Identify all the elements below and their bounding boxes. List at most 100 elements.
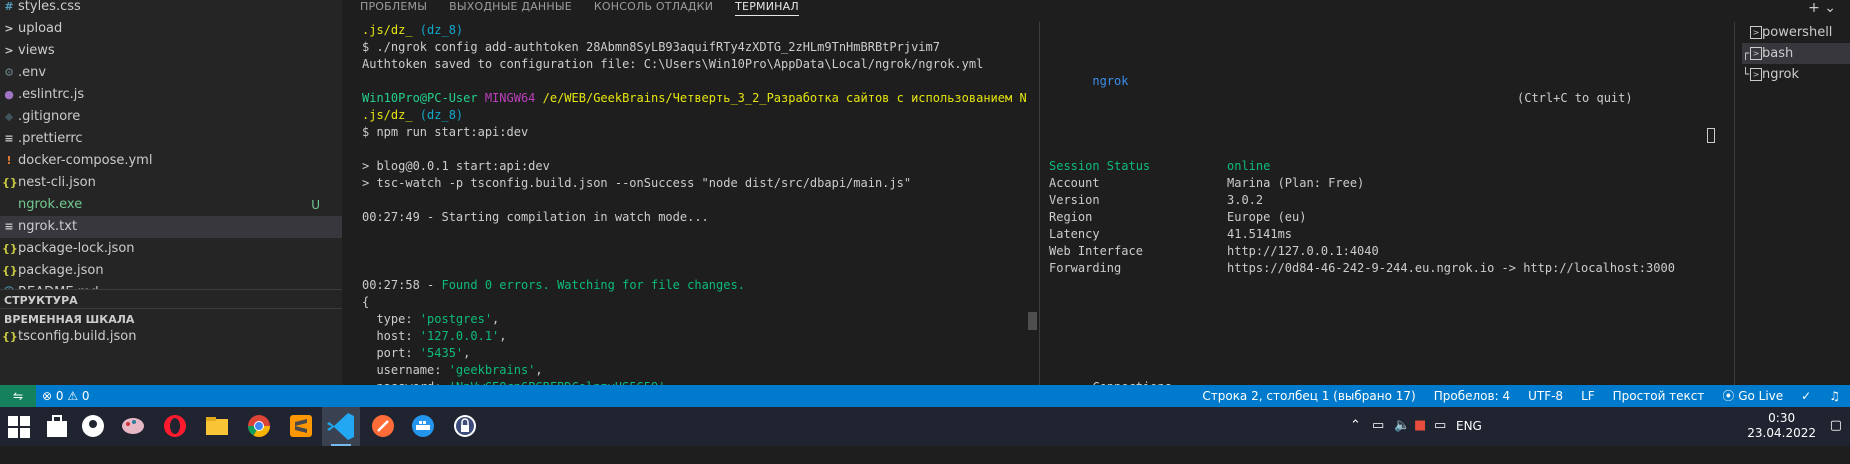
status-bar-item[interactable]: Пробелов: 4 (1434, 385, 1510, 407)
file-type-icon: ◆ (4, 110, 14, 123)
store-icon[interactable] (44, 413, 70, 439)
file-item[interactable]: ! docker-compose.yml (0, 150, 342, 172)
terminal-line: Authtoken saved to configuration file: C… (362, 56, 1027, 73)
file-item[interactable]: {}package.json (0, 260, 342, 282)
status-bar-item[interactable]: ♫ (1829, 385, 1840, 407)
status-bar-item[interactable]: ⦿ Go Live (1722, 385, 1783, 407)
remote-icon[interactable]: ⇋ (0, 385, 36, 407)
terminal-text: 'postgres' (419, 312, 493, 326)
panel: ПРОБЛЕМЫ ВЫХОДНЫЕ ДАННЫЕ КОНСОЛЬ ОТЛАДКИ… (342, 0, 1850, 445)
file-item[interactable]: ≡ ngrok.txt (0, 216, 342, 238)
file-item-label: .eslintrc.js (18, 87, 85, 102)
sublime-text-icon[interactable] (288, 413, 314, 439)
terminal-text: '127.0.0.1' (419, 329, 500, 343)
file-item-label: ngrok.txt (18, 219, 78, 234)
chrome-icon[interactable] (246, 413, 272, 439)
file-type-icon: {} (2, 242, 18, 255)
terminal-list: > powershell ┌ > bash └ > ngrok (1742, 22, 1850, 85)
file-item[interactable]: ngrok.exe U (0, 194, 342, 216)
file-item[interactable]: ⚙ .env (0, 62, 342, 84)
terminal-list-item-label: bash (1762, 46, 1794, 61)
file-item[interactable]: > upload (0, 18, 342, 40)
ngrok-status-value: Marina (Plan: Free) (1227, 176, 1365, 190)
language-indicator[interactable]: ENG (1456, 419, 1482, 433)
terminal-text: 00:27:49 - Starting compilation in watch… (362, 210, 709, 224)
docker-icon[interactable] (410, 413, 436, 439)
postman-icon[interactable] (370, 413, 396, 439)
tab-terminal[interactable]: ТЕРМИНАЛ (735, 0, 799, 16)
terminal-text: 'geekbrains' (448, 363, 536, 377)
terminal-line: > tsc-watch -p tsconfig.build.json --onS… (362, 175, 1027, 192)
tab-debug-console[interactable]: КОНСОЛЬ ОТЛАДКИ (594, 0, 713, 16)
battery-icon[interactable]: ▭ (1434, 418, 1446, 433)
notifications-icon[interactable]: ▢ (1830, 418, 1842, 433)
status-bar-item[interactable]: Простой текст (1613, 385, 1705, 407)
terminal-text: '5435' (419, 346, 464, 360)
terminal-ngrok-output[interactable]: ngrok (Ctrl+C to quit) Session Status onl… (1049, 22, 1850, 445)
clock-time: 0:30 (1768, 411, 1796, 425)
file-item[interactable]: ● .eslintrc.js (0, 84, 342, 106)
terminal-line: > blog@0.0.1 start:api:dev (362, 158, 1027, 175)
ngrok-status-key: Web Interface (1049, 244, 1143, 258)
terminal-line: Win10Pro@PC-User MINGW64 /e/WEB/GeekBrai… (362, 90, 1027, 107)
ngrok-status-key: Latency (1049, 227, 1100, 241)
problems-indicator[interactable]: ⊗ 0 ⚠ 0 (42, 385, 90, 407)
file-item[interactable]: ◆ .gitignore (0, 106, 342, 128)
file-type-icon: ≡ (4, 220, 14, 233)
tree-connector: ┌ (1742, 46, 1750, 60)
ngrok-title: ngrok (1092, 74, 1129, 88)
terminal-text: , (463, 346, 471, 360)
tab-problems[interactable]: ПРОБЛЕМЫ (360, 0, 427, 16)
ngrok-status-value: Europe (eu) (1227, 210, 1307, 224)
vscode-icon[interactable] (322, 407, 360, 446)
terminal-split-divider[interactable] (1039, 22, 1040, 385)
terminal-line: $ ./ngrok config add-authtoken 28Abmn8Sy… (362, 39, 1027, 56)
file-item-label: package.json (18, 263, 104, 278)
terminal-text: host: (362, 329, 420, 343)
terminal-text: > tsc-watch -p tsconfig.build.json --onS… (362, 176, 912, 190)
terminal-list-item-ngrok[interactable]: └ > ngrok (1742, 64, 1850, 85)
status-bar-item[interactable]: Строка 2, столбец 1 (выбрано 17) (1202, 385, 1415, 407)
opera-icon[interactable] (162, 413, 188, 439)
terminal-text: , (535, 363, 543, 377)
file-item[interactable]: > views (0, 40, 342, 62)
terminal-scrollbar[interactable] (1028, 312, 1037, 330)
new-terminal-button[interactable]: + ⌄ (1808, 0, 1836, 16)
file-item[interactable]: {}package-lock.json (0, 238, 342, 260)
ngrok-status-value: http://127.0.0.1:4040 (1227, 244, 1379, 258)
status-bar-item[interactable]: UTF-8 (1528, 385, 1563, 407)
terminal-bash-output[interactable]: .js/dz_ (dz_8) $ ./ngrok config add-autht… (362, 22, 1027, 385)
volume-icon[interactable]: 🔈 (1394, 418, 1410, 433)
paint-icon[interactable] (120, 413, 146, 439)
tab-output[interactable]: ВЫХОДНЫЕ ДАННЫЕ (449, 0, 572, 16)
antivirus-icon[interactable]: ■ (1414, 418, 1426, 433)
terminal-list-divider[interactable] (1734, 22, 1735, 385)
maps-icon[interactable] (80, 413, 106, 439)
file-item[interactable]: ≡ .prettierrc (0, 128, 342, 150)
clock[interactable]: 0:30 23.04.2022 (1747, 411, 1816, 441)
file-explorer-icon[interactable] (204, 413, 230, 439)
terminal-line: .js/dz_ (dz_8) (362, 107, 1027, 124)
file-type-icon: {} (2, 264, 18, 277)
terminal-cursor (1707, 128, 1715, 143)
file-item-label: styles.css (18, 0, 81, 14)
terminal-list-item-label: ngrok (1762, 67, 1800, 82)
vpn-lock-icon[interactable] (452, 413, 478, 439)
file-type-icon: ! (6, 154, 12, 167)
timeline-section[interactable]: ВРЕМЕННАЯ ШКАЛА (0, 308, 342, 330)
status-bar-item[interactable]: ✓ (1801, 385, 1811, 407)
terminal-text: .js/dz_ (362, 108, 413, 122)
terminal-list-item-bash[interactable]: ┌ > bash (1742, 43, 1850, 64)
file-item-label: nest-cli.json (18, 175, 96, 190)
start-button[interactable] (8, 416, 30, 438)
chevron-up-icon[interactable]: ⌃ (1350, 418, 1361, 433)
file-item[interactable]: {}nest-cli.json (0, 172, 342, 194)
file-item[interactable]: # styles.css (0, 0, 342, 18)
terminal-list-item-powershell[interactable]: > powershell (1742, 22, 1850, 43)
network-icon[interactable]: ▭ (1372, 418, 1384, 433)
terminal-text: /e/WEB/GeekBrains/Четверть_3_2_Разработк… (535, 91, 1027, 105)
status-bar-item[interactable]: LF (1581, 385, 1595, 407)
terminal-line: 00:27:58 - Found 0 errors. Watching for … (362, 277, 1027, 294)
